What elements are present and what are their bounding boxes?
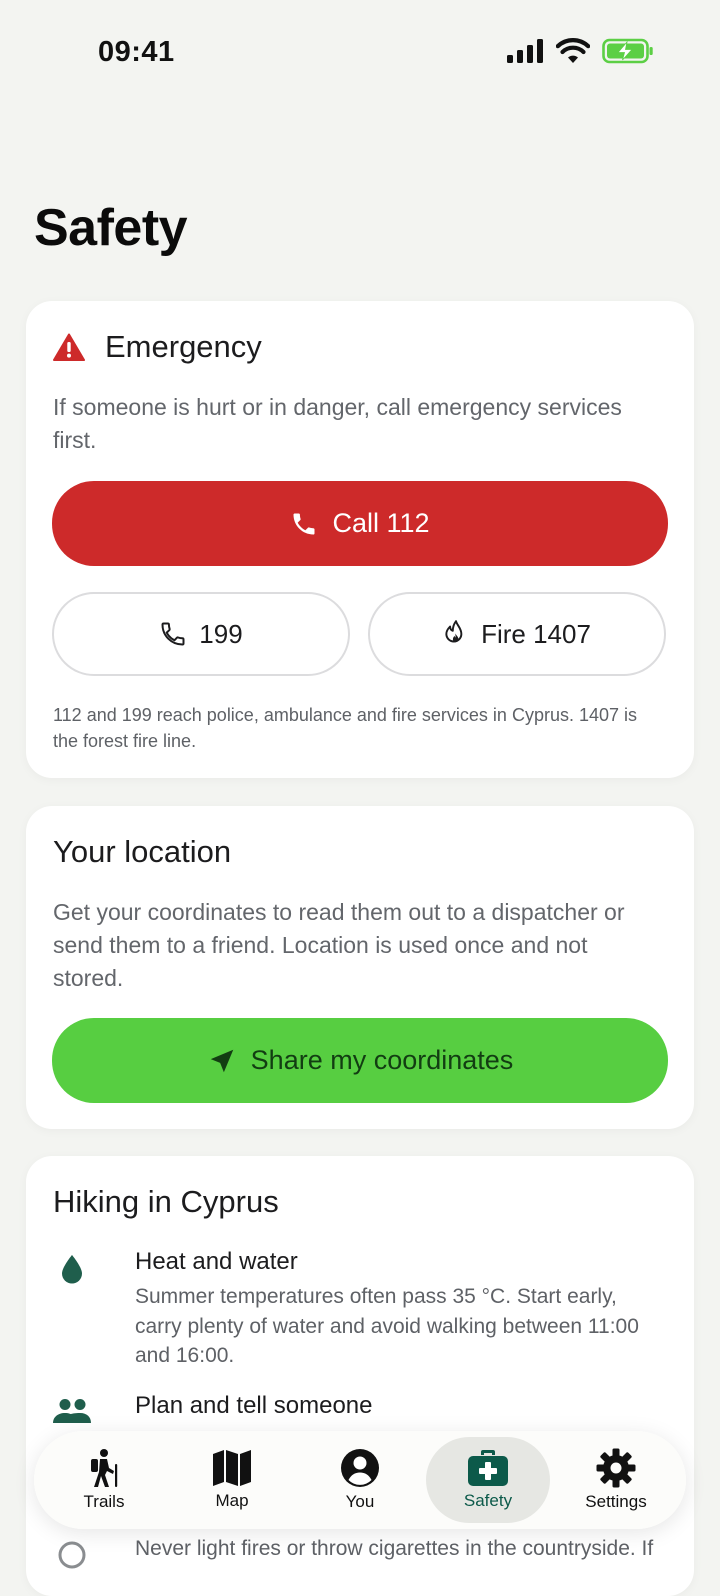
fire-1407-button[interactable]: Fire 1407 [368, 592, 666, 676]
share-coordinates-button[interactable]: Share my coordinates [52, 1018, 668, 1103]
phone-outline-icon [161, 622, 185, 646]
call-112-button[interactable]: Call 112 [52, 481, 668, 566]
status-time: 09:41 [98, 36, 175, 68]
hiking-title: Hiking in Cyprus [53, 1184, 279, 1219]
tab-settings[interactable]: Settings [554, 1437, 678, 1523]
location-card: Your location Get your coordinates to re… [26, 806, 694, 1129]
location-title: Your location [53, 834, 232, 869]
call-199-button[interactable]: 199 [52, 592, 350, 676]
tab-label: Settings [585, 1492, 647, 1511]
first-aid-icon [468, 1450, 508, 1486]
tab-safety[interactable]: Safety [426, 1437, 550, 1523]
battery-charging-icon [602, 38, 653, 64]
person-icon [341, 1449, 379, 1487]
people-icon [53, 1398, 91, 1424]
tab-label: Safety [463, 1491, 513, 1510]
tab-map[interactable]: Map [170, 1437, 294, 1523]
wifi-icon [556, 38, 590, 63]
tab-label: Trails [83, 1492, 125, 1511]
fire-1407-label: Fire 1407 [481, 618, 591, 649]
no-fire-icon [53, 1540, 91, 1570]
tip-title: Plan and tell someone [135, 1392, 373, 1419]
tab-you[interactable]: You [298, 1437, 422, 1523]
phone-icon [293, 513, 315, 534]
emergency-description: If someone is hurt or in danger, call em… [53, 394, 622, 453]
emergency-heading: Emergency [53, 329, 262, 365]
water-drop-icon [53, 1254, 91, 1284]
tab-bar: Trails Map You Safety Settings [34, 1431, 686, 1529]
tip-text: Summer temperatures often pass 35 °C. St… [135, 1285, 639, 1367]
tab-trails[interactable]: Trails [42, 1437, 166, 1523]
cellular-signal-icon [507, 39, 543, 63]
share-coordinates-label: Share my coordinates [250, 1045, 514, 1075]
map-icon [213, 1450, 251, 1486]
status-bar: 09:41 [0, 0, 720, 100]
location-description: Get your coordinates to read them out to… [53, 899, 625, 991]
hiking-card: Hiking in Cyprus Heat and water Summer t… [26, 1156, 694, 1596]
gear-icon [596, 1448, 636, 1488]
tab-label: You [345, 1492, 375, 1511]
call-112-label: Call 112 [332, 508, 430, 538]
tip-text: Never light fires or throw cigarettes in… [135, 1537, 654, 1560]
emergency-title: Emergency [105, 329, 262, 364]
hiker-icon [91, 1449, 118, 1487]
tip-title: Heat and water [135, 1248, 298, 1275]
emergency-note: 112 and 199 reach police, ambulance and … [53, 705, 638, 751]
page-title: Safety [34, 199, 188, 257]
call-199-label: 199 [199, 618, 243, 649]
location-arrow-icon [210, 1049, 233, 1072]
flame-icon [445, 620, 463, 643]
tab-label: Map [215, 1491, 249, 1510]
emergency-card: Emergency If someone is hurt or in dange… [26, 301, 694, 778]
status-icons [506, 38, 654, 64]
warning-triangle-icon [53, 333, 85, 361]
